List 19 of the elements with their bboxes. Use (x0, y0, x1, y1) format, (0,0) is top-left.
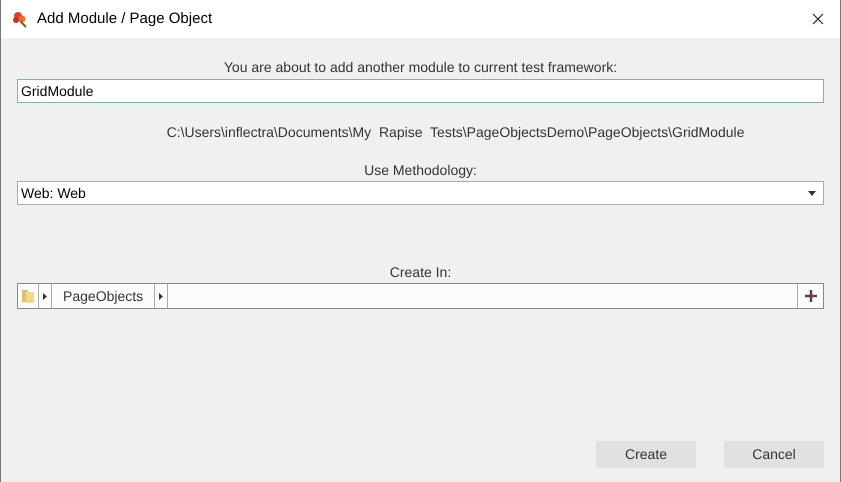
create-button[interactable]: Create (596, 441, 696, 468)
methodology-label: Use Methodology: (364, 162, 477, 179)
dropdown-value: Web: Web (20, 184, 87, 202)
path-text: C:\Users\inflectra\Documents\My Rapise Tests\PageObjectsDemo\PageObjects\GridModule (166, 124, 744, 141)
flower-icon (11, 10, 29, 28)
name-field[interactable]: GridModule (17, 79, 824, 103)
breadcrumb-bar[interactable]: PageObjects (17, 283, 824, 309)
create-in-label: Create In: (390, 264, 452, 281)
folder-icon (21, 288, 35, 304)
plus-icon (804, 289, 818, 303)
name-prompt: You are about to add another module to current test framework: (224, 59, 618, 76)
caret-icon (808, 190, 816, 196)
arrow-icon (159, 292, 164, 300)
window-title: Add Module / Page Object (37, 8, 212, 29)
cancel-button[interactable]: Cancel (724, 441, 824, 468)
breadcrumb-item[interactable]: PageObjects (52, 284, 154, 308)
arrow-icon (43, 292, 47, 300)
close-button[interactable] (810, 11, 826, 27)
methodology-dropdown[interactable]: Web: Web (17, 181, 824, 205)
